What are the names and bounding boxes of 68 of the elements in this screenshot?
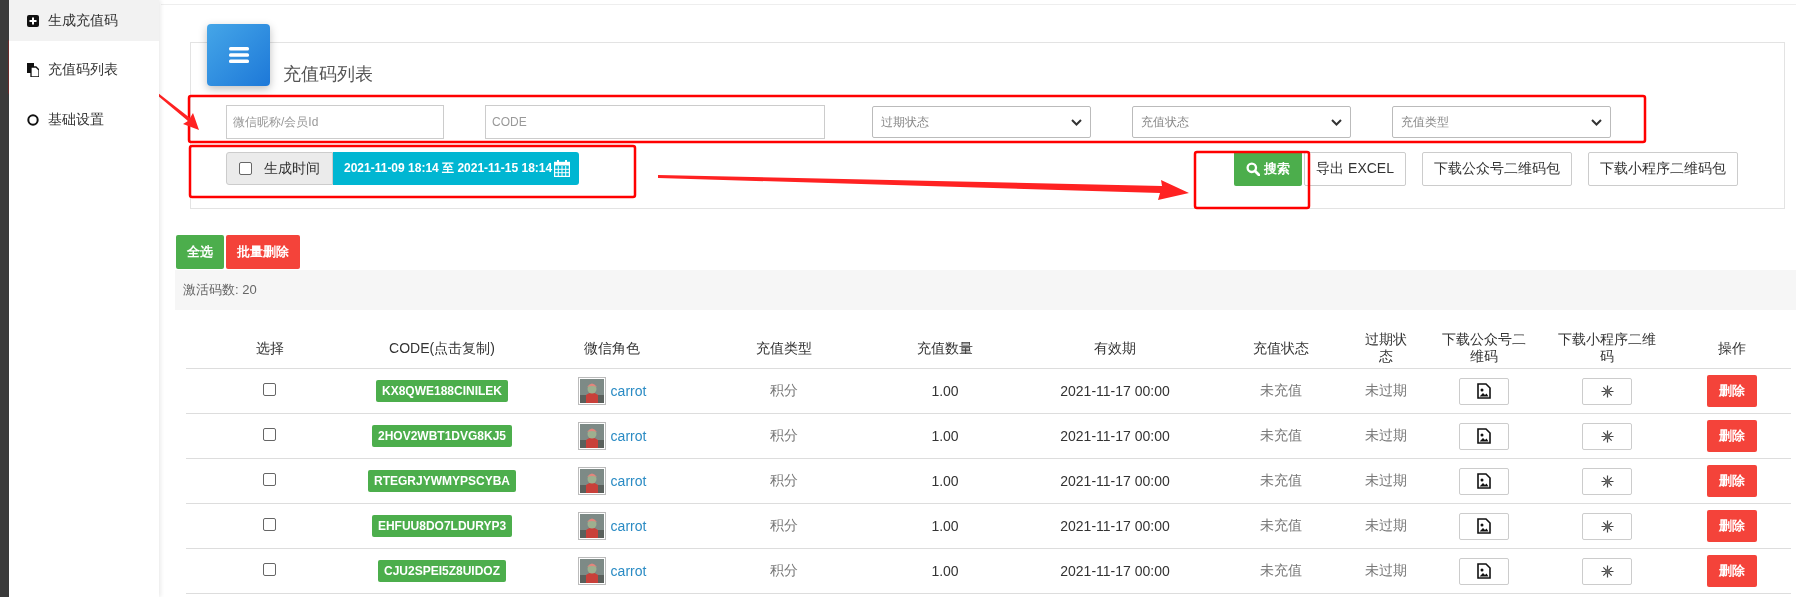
recharge-status: 未充值 [1259,517,1302,533]
column-header: 充值状态 [1215,328,1346,369]
delete-button[interactable]: 删除 [1707,555,1757,587]
recharge-amount: 1.00 [931,428,959,444]
bulk-delete-button[interactable]: 批量删除 [226,235,300,269]
action-button[interactable]: 导出 EXCEL [1304,151,1406,186]
expiry-date: 2021-11-17 00:00 [1060,518,1170,534]
recharge-type: 积分 [770,562,798,578]
dropdown[interactable]: 过期状态 [872,106,1091,138]
expiry-status: 未过期 [1365,517,1407,533]
user-link[interactable]: carrot [610,472,647,489]
column-header: 充值类型 [693,328,875,369]
select-all-button[interactable]: 全选 [176,235,224,269]
user-link[interactable]: carrot [610,427,647,444]
date-range-button[interactable]: 2021-11-09 18:14 至 2021-11-15 18:14 [333,152,580,185]
panel-title: 充值码列表 [283,63,374,86]
delete-button[interactable]: 删除 [1707,420,1757,452]
action-button[interactable]: 下载小程序二维码包 [1588,151,1738,186]
expiry-date: 2021-11-17 00:00 [1060,383,1170,399]
column-header: 选择 [186,328,353,369]
recharge-status: 未充值 [1259,382,1302,398]
sidebar-item[interactable]: 基础设置 [9,99,159,140]
recharge-type: 积分 [770,472,798,488]
expiry-status: 未过期 [1365,382,1407,398]
dropdown[interactable]: 充值类型 [1392,106,1611,138]
search-field[interactable]: 微信昵称/会员Id [226,105,444,139]
dropdown[interactable]: 充值状态 [1132,106,1351,138]
delete-button[interactable]: 删除 [1707,375,1757,407]
delete-button[interactable]: 删除 [1707,465,1757,497]
column-header: 微信角色 [531,328,693,369]
code-badge[interactable]: CJU2SPEI5Z8UIDOZ [377,560,506,582]
action-button[interactable]: 下载公众号二维码包 [1422,151,1572,186]
recharge-type: 积分 [770,517,798,533]
user-link[interactable]: carrot [610,562,647,579]
search-field[interactable]: CODE [485,105,825,139]
recharge-status: 未充值 [1259,472,1302,488]
user-link[interactable]: carrot [610,382,647,399]
recharge-amount: 1.00 [931,383,959,399]
code-badge[interactable]: EHFUU8DO7LDURYP3 [371,515,513,537]
recharge-status: 未充值 [1259,427,1302,443]
expiry-date: 2021-11-17 00:00 [1060,428,1170,444]
expiry-status: 未过期 [1365,427,1407,443]
recharge-amount: 1.00 [931,518,959,534]
expiry-date: 2021-11-17 00:00 [1060,473,1170,489]
expiry-status: 未过期 [1365,562,1407,578]
code-badge[interactable]: KX8QWE188CINILEK [376,380,508,402]
column-header: 下载公众号二维码 [1426,328,1541,369]
recharge-type: 积分 [770,382,798,398]
column-header: 有效期 [1015,328,1215,369]
column-header: 操作 [1673,328,1791,369]
count-text: 激活码数: 20 [183,281,257,299]
code-badge[interactable]: RTEGRJYWMYPSCYBA [368,470,516,492]
column-header: 下载小程序二维码 [1541,328,1673,369]
recharge-type: 积分 [770,427,798,443]
column-header: 充值数量 [875,328,1015,369]
recharge-amount: 1.00 [931,563,959,579]
expiry-status: 未过期 [1365,472,1407,488]
sidebar-item[interactable]: 生成充值码 [9,0,159,41]
search-button[interactable]: 搜索 [1234,151,1303,186]
delete-button[interactable]: 删除 [1707,510,1757,542]
code-badge[interactable]: 2HOV2WBT1DVG8KJ5 [371,425,512,447]
expiry-date: 2021-11-17 00:00 [1060,563,1170,579]
recharge-status: 未充值 [1259,562,1302,578]
date-filter-toggle[interactable]: 生成时间 [226,152,333,185]
column-header: CODE(点击复制) [353,328,531,369]
user-link[interactable]: carrot [610,517,647,534]
column-header: 过期状态 [1346,328,1426,369]
recharge-amount: 1.00 [931,473,959,489]
